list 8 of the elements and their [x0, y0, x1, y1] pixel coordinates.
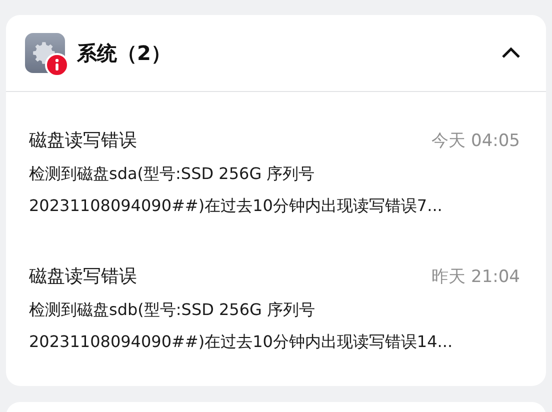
- notification-title: 磁盘读写错误: [29, 129, 137, 153]
- info-badge-icon: [45, 53, 69, 77]
- notification-description: 检测到磁盘sda(型号:SSD 256G 序列号 20231108094090##)在过去10分钟内出现读写错误7...: [29, 163, 444, 217]
- notification-title: 磁盘读写错误: [29, 265, 137, 289]
- notification-time: 昨天 21:04: [432, 266, 520, 289]
- notification-time: 今天 04:05: [432, 130, 520, 153]
- notification-description: 检测到磁盘sdb(型号:SSD 256G 序列号 20231108094090##)在过去10分钟内出现读写错误14...: [29, 299, 454, 353]
- panel-title: 系统（2）: [77, 40, 171, 67]
